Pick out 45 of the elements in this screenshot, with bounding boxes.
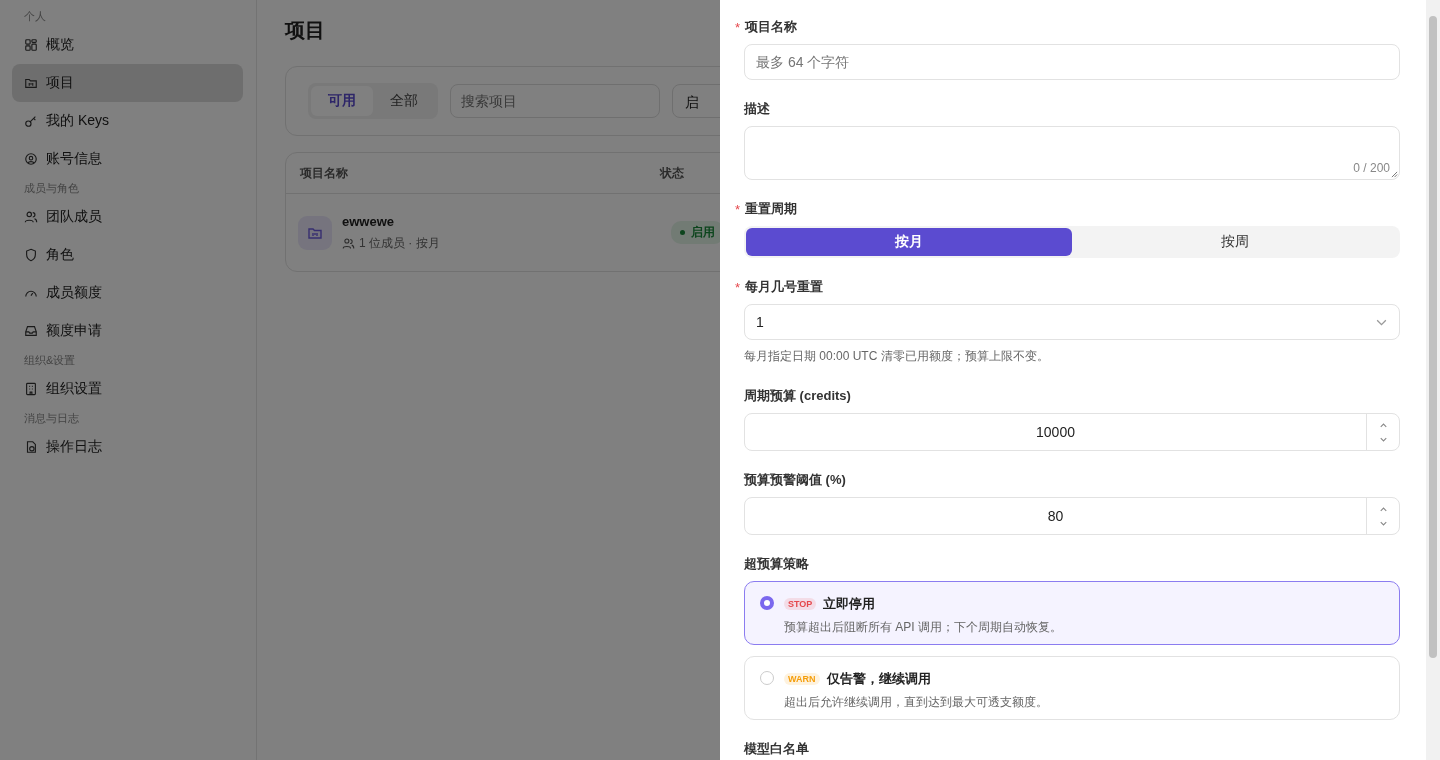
- policy-tag: WARN: [784, 673, 820, 685]
- sidebar-item[interactable]: 成员额度: [12, 274, 243, 312]
- status-badge: 启用: [671, 221, 720, 244]
- textarea-field[interactable]: 0 / 200: [744, 126, 1400, 180]
- field-label: 模型白名单: [744, 740, 809, 758]
- policy-tag: STOP: [784, 598, 817, 610]
- filter-tab[interactable]: 可用: [311, 86, 373, 116]
- sidebar-item[interactable]: 组织设置: [12, 370, 243, 408]
- sidebar-item[interactable]: 角色: [12, 236, 243, 274]
- sidebar-item[interactable]: 概览: [12, 26, 243, 64]
- field-label: 项目名称: [745, 18, 798, 36]
- option-card[interactable]: STOP 立即停用 预算超出后阻断所有 API 调用；下个周期自动恢复。: [744, 581, 1400, 645]
- sidebar-item[interactable]: 我的 Keys: [12, 102, 243, 140]
- filter-tab[interactable]: 全部: [373, 86, 435, 116]
- sidebar-item[interactable]: 额度申请: [12, 312, 243, 350]
- field-hint: 每月指定日期 00:00 UTC 清零已用额度；预算上限不变。: [744, 348, 1050, 365]
- search-field[interactable]: 搜索项目: [450, 84, 660, 118]
- segment-option[interactable]: 按周: [1072, 228, 1398, 256]
- sidebar-item[interactable]: 账号信息: [12, 140, 243, 178]
- field-label: 每月几号重置: [745, 278, 824, 296]
- sidebar-item[interactable]: 项目: [12, 64, 243, 102]
- page-title: 项目: [285, 18, 325, 43]
- column-header: 状态: [660, 164, 684, 182]
- field-label: 周期预算 (credits): [744, 387, 851, 405]
- select-field[interactable]: 1: [744, 304, 1400, 340]
- option-title: 立即停用: [823, 595, 876, 613]
- field-label: 重置周期: [745, 200, 798, 218]
- required-mark: *: [735, 279, 741, 295]
- required-mark: *: [735, 201, 741, 217]
- required-mark: *: [735, 19, 741, 35]
- field-label: 预算预警阈值 (%): [744, 471, 846, 489]
- project-meta: 1 位成员 · 按月: [359, 234, 440, 252]
- option-description: 超出后允许继续调用，直到达到最大可透支额度。: [784, 694, 1048, 711]
- segment-option[interactable]: 按月: [746, 228, 1072, 256]
- field-label: 超预算策略: [744, 555, 809, 573]
- option-title: 仅告警，继续调用: [826, 670, 931, 688]
- sidebar-item[interactable]: 操作日志: [12, 428, 243, 466]
- field-label: 描述: [744, 100, 770, 118]
- option-card[interactable]: WARN 仅告警，继续调用 超出后允许继续调用，直到达到最大可透支额度。: [744, 656, 1400, 720]
- project-name[interactable]: ewwewe: [342, 213, 440, 229]
- column-header: 项目名称: [300, 164, 349, 182]
- option-description: 预算超出后阻断所有 API 调用；下个周期自动恢复。: [784, 619, 1062, 636]
- char-counter: 0 / 200: [1353, 161, 1390, 175]
- sidebar-item[interactable]: 团队成员: [12, 198, 243, 236]
- input-field[interactable]: 最多 64 个字符: [744, 44, 1400, 80]
